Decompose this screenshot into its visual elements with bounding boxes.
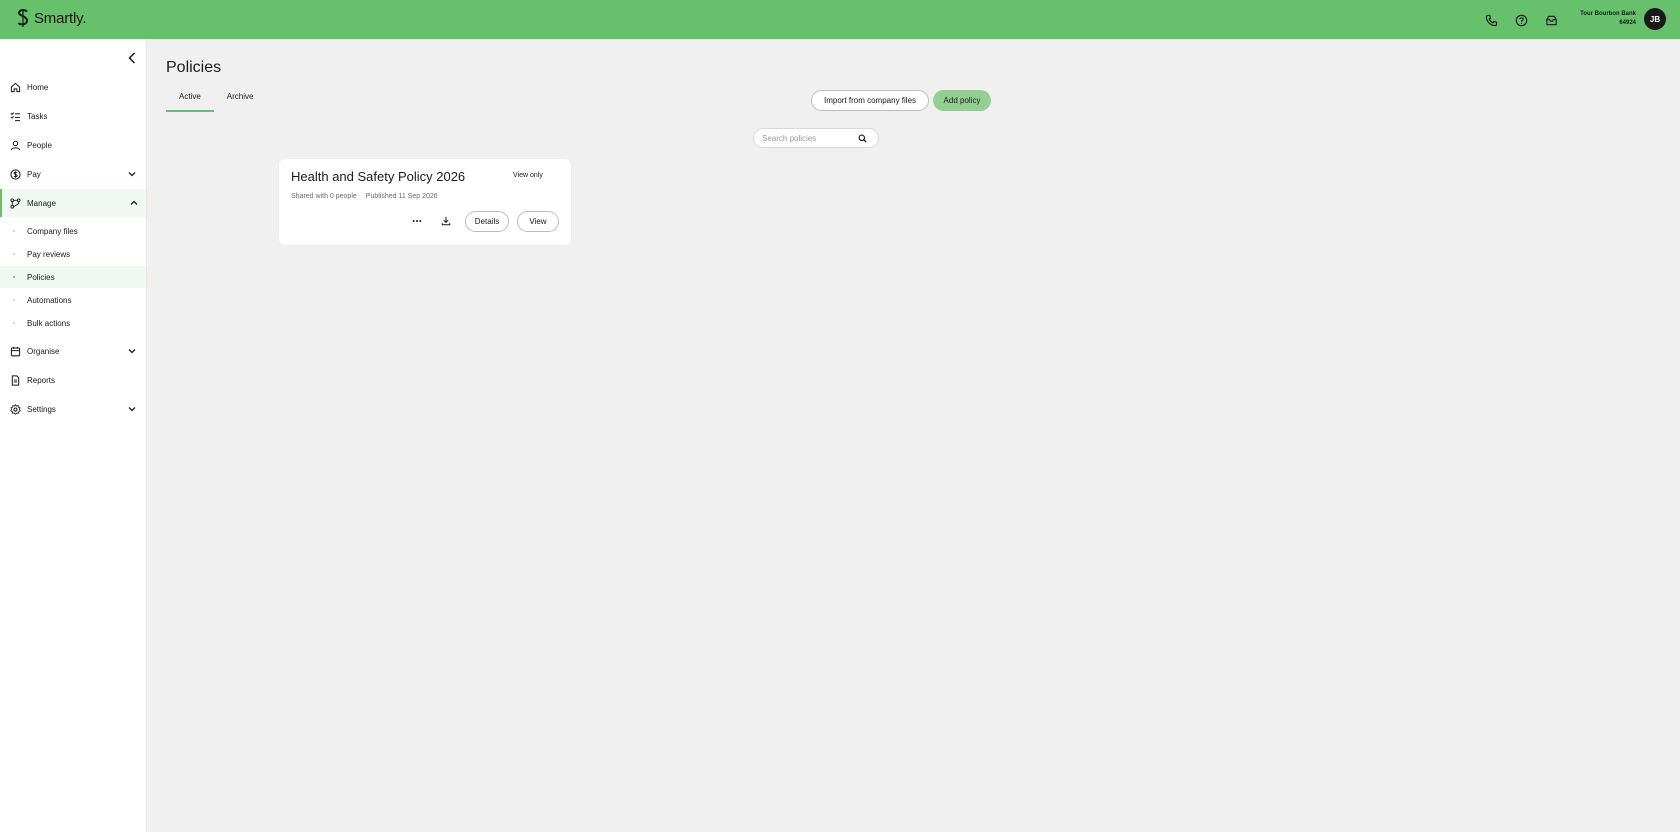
top-icon-group bbox=[1480, 9, 1562, 31]
policy-meta: Shared with 0 people Published 11 Sep 20… bbox=[291, 193, 438, 200]
bullet-icon bbox=[13, 253, 15, 255]
account-name: Tour Bourbon Bank bbox=[1580, 11, 1636, 17]
gear-icon bbox=[9, 403, 21, 415]
chevron-up-icon bbox=[130, 199, 138, 207]
sidebar-item-settings[interactable]: Settings bbox=[0, 395, 146, 423]
sidebar-item-people[interactable]: People bbox=[0, 131, 146, 159]
bullet-icon bbox=[13, 322, 15, 324]
smartly-logo[interactable]: Smartly. bbox=[15, 8, 86, 28]
sidebar-item-manage[interactable]: Manage bbox=[0, 189, 146, 217]
policy-card: Health and Safety Policy 2026 View only … bbox=[279, 159, 571, 245]
sidebar-item-organise[interactable]: Organise bbox=[0, 337, 146, 365]
bullet-icon bbox=[13, 299, 15, 301]
home-icon bbox=[9, 81, 21, 93]
sidebar-subitem-label: Company files bbox=[27, 226, 78, 236]
document-icon bbox=[9, 374, 21, 386]
inbox-icon[interactable] bbox=[1540, 9, 1562, 31]
sidebar-item-label: Home bbox=[27, 82, 49, 92]
search-box bbox=[753, 128, 879, 148]
search-icon[interactable] bbox=[858, 133, 867, 143]
policy-shared: Shared with 0 people bbox=[291, 193, 357, 200]
sidebar-subitem-label: Pay reviews bbox=[27, 249, 71, 259]
sidebar-item-label: Tasks bbox=[27, 111, 48, 121]
view-only-badge: View only bbox=[513, 172, 543, 179]
sidebar-item-label: Settings bbox=[27, 404, 56, 414]
sidebar-item-label: People bbox=[27, 140, 52, 150]
sidebar-subitem-policies[interactable]: Policies bbox=[0, 266, 146, 288]
import-from-company-files-button[interactable]: Import from company files bbox=[811, 90, 929, 111]
account-id: 64924 bbox=[1619, 20, 1636, 26]
dollar-icon bbox=[9, 168, 21, 180]
brand-name: Smartly. bbox=[34, 9, 87, 27]
chevron-down-icon bbox=[128, 170, 136, 178]
sidebar: Home Tasks People Pay Manage Company fil… bbox=[0, 39, 147, 832]
details-button[interactable]: Details bbox=[465, 211, 509, 232]
sidebar-subitem-bulk-actions[interactable]: Bulk actions bbox=[0, 312, 146, 334]
sidebar-item-home[interactable]: Home bbox=[0, 73, 146, 101]
sidebar-subitem-company-files[interactable]: Company files bbox=[0, 220, 146, 242]
sidebar-item-tasks[interactable]: Tasks bbox=[0, 102, 146, 130]
add-policy-button[interactable]: Add policy bbox=[933, 90, 991, 111]
sidebar-subitem-label: Policies bbox=[27, 272, 55, 282]
avatar[interactable]: JB bbox=[1644, 8, 1666, 30]
bullet-icon bbox=[13, 230, 15, 232]
policy-title[interactable]: Health and Safety Policy 2026 bbox=[291, 169, 465, 184]
policy-tabs: Active Archive bbox=[166, 92, 266, 112]
sidebar-item-label: Manage bbox=[27, 198, 56, 208]
download-icon[interactable] bbox=[440, 215, 452, 227]
page-title: Policies bbox=[166, 59, 222, 76]
sidebar-item-label: Organise bbox=[27, 346, 60, 356]
sidebar-subitem-label: Bulk actions bbox=[27, 318, 71, 328]
bullet-icon bbox=[13, 276, 15, 278]
sidebar-item-label: Pay bbox=[27, 169, 41, 179]
top-bar: Smartly. Tour Bourbon Bank 64924 JB bbox=[0, 0, 1680, 39]
sidebar-subitem-pay-reviews[interactable]: Pay reviews bbox=[0, 243, 146, 265]
view-button[interactable]: View bbox=[517, 211, 559, 232]
collapse-sidebar-button[interactable] bbox=[125, 51, 139, 65]
phone-icon[interactable] bbox=[1480, 9, 1502, 31]
chevron-down-icon bbox=[128, 405, 136, 413]
tab-active[interactable]: Active bbox=[166, 92, 214, 112]
sidebar-item-label: Reports bbox=[27, 375, 56, 385]
chevron-left-icon bbox=[128, 52, 136, 64]
sidebar-item-reports[interactable]: Reports bbox=[0, 366, 146, 394]
chevron-down-icon bbox=[128, 347, 136, 355]
policy-published: Published 11 Sep 2026 bbox=[365, 193, 438, 200]
tasks-icon bbox=[9, 110, 21, 122]
sidebar-subitem-automations[interactable]: Automations bbox=[0, 289, 146, 311]
help-icon[interactable] bbox=[1510, 9, 1532, 31]
smartly-logo-icon bbox=[17, 9, 29, 27]
search-input[interactable] bbox=[762, 133, 858, 143]
manage-icon bbox=[9, 197, 21, 209]
tab-archive[interactable]: Archive bbox=[214, 92, 267, 112]
sidebar-subitem-label: Automations bbox=[27, 295, 72, 305]
person-icon bbox=[9, 139, 21, 151]
account-info[interactable]: Tour Bourbon Bank 64924 bbox=[1580, 10, 1636, 28]
sidebar-item-pay[interactable]: Pay bbox=[0, 160, 146, 188]
more-options-icon[interactable] bbox=[411, 215, 423, 227]
calendar-icon bbox=[9, 345, 21, 357]
